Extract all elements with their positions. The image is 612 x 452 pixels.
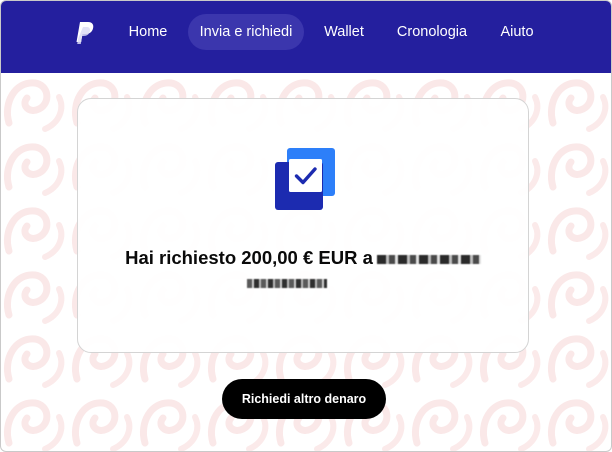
top-navigation: Home Invia e richiedi Wallet Cronologia … xyxy=(1,1,611,73)
checkbox-confirmed-icon xyxy=(275,148,335,210)
recipient-redacted xyxy=(376,254,481,264)
nav-wallet[interactable]: Wallet xyxy=(315,14,373,50)
paypal-logo-icon[interactable] xyxy=(74,21,96,45)
nav-home[interactable]: Home xyxy=(118,14,178,50)
nav-cronologia[interactable]: Cronologia xyxy=(387,14,477,50)
nav-invia-e-richiedi[interactable]: Invia e richiedi xyxy=(188,14,304,50)
paypal-window: Home Invia e richiedi Wallet Cronologia … xyxy=(0,0,612,452)
request-more-money-button[interactable]: Richiedi altro denaro xyxy=(222,379,386,419)
nav-aiuto[interactable]: Aiuto xyxy=(491,14,543,50)
main-content: Hai richiesto 200,00 € EUR a Richiedi al… xyxy=(1,73,611,451)
confirmation-text: Hai richiesto 200,00 € EUR a xyxy=(125,247,373,268)
confirmation-message: Hai richiesto 200,00 € EUR a xyxy=(98,245,508,288)
confirmation-card: Hai richiesto 200,00 € EUR a xyxy=(77,98,529,353)
recipient-redacted-line2 xyxy=(247,279,327,288)
